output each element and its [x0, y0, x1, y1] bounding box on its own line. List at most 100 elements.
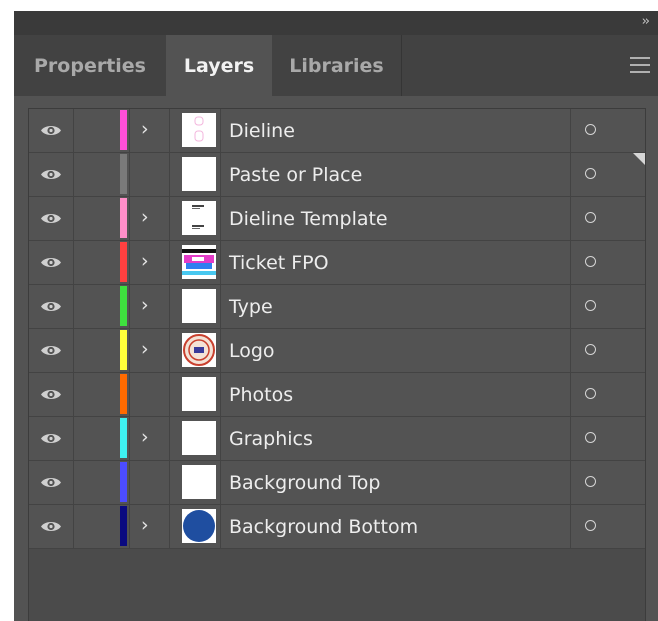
column-divider: [220, 109, 221, 152]
layer-name[interactable]: Graphics: [229, 428, 313, 450]
column-divider: [220, 329, 221, 372]
expand-chevron-icon[interactable]: ›: [141, 206, 149, 228]
column-divider: [73, 109, 74, 152]
layer-name[interactable]: Logo: [229, 340, 275, 362]
layer-color-swatch: [120, 198, 127, 238]
layer-name[interactable]: Photos: [229, 384, 293, 406]
column-divider: [73, 373, 74, 416]
layer-color-swatch: [120, 154, 127, 194]
layer-name[interactable]: Dieline Template: [229, 208, 388, 230]
column-divider: [129, 505, 130, 548]
target-circle-icon[interactable]: [585, 256, 596, 267]
column-divider: [73, 417, 74, 460]
expand-chevron-icon[interactable]: ›: [141, 426, 149, 448]
column-divider: [73, 329, 74, 372]
column-divider: [73, 461, 74, 504]
column-divider: [570, 461, 571, 504]
column-divider: [129, 285, 130, 328]
layer-thumbnail: [182, 333, 216, 367]
column-divider: [129, 329, 130, 372]
layer-name[interactable]: Background Bottom: [229, 516, 418, 538]
expand-chevron-icon[interactable]: ›: [141, 338, 149, 360]
layer-row[interactable]: Background Top: [29, 461, 645, 505]
collapse-icon[interactable]: ››: [642, 14, 651, 29]
column-divider: [570, 285, 571, 328]
target-circle-icon[interactable]: [585, 344, 596, 355]
column-divider: [570, 373, 571, 416]
tab-bar: Properties Layers Libraries: [14, 35, 658, 96]
column-divider: [570, 109, 571, 152]
layer-row[interactable]: › Background Bottom: [29, 505, 645, 549]
column-divider: [169, 197, 170, 240]
layer-thumbnail: [182, 157, 216, 191]
eye-icon[interactable]: [40, 255, 62, 270]
layer-list: › Dieline Paste or Place › Dieline Template ›…: [28, 108, 646, 621]
layer-row[interactable]: Photos: [29, 373, 645, 417]
column-divider: [169, 329, 170, 372]
layer-name[interactable]: Background Top: [229, 472, 380, 494]
layer-name[interactable]: Type: [229, 296, 273, 318]
column-divider: [220, 197, 221, 240]
layer-thumbnail: [182, 465, 216, 499]
tab-layers[interactable]: Layers: [166, 35, 272, 96]
layers-panel: ›› Properties Layers Libraries › Dieline P…: [14, 11, 658, 621]
layer-thumbnail: [182, 113, 216, 147]
column-divider: [169, 153, 170, 196]
target-circle-icon[interactable]: [585, 520, 596, 531]
column-divider: [169, 109, 170, 152]
eye-icon[interactable]: [40, 519, 62, 534]
column-divider: [570, 505, 571, 548]
expand-chevron-icon[interactable]: ›: [141, 294, 149, 316]
column-divider: [73, 153, 74, 196]
column-divider: [129, 153, 130, 196]
column-divider: [570, 329, 571, 372]
tab-libraries[interactable]: Libraries: [272, 35, 402, 96]
column-divider: [129, 417, 130, 460]
eye-icon[interactable]: [40, 475, 62, 490]
target-circle-icon[interactable]: [585, 300, 596, 311]
column-divider: [570, 417, 571, 460]
target-circle-icon[interactable]: [585, 432, 596, 443]
column-divider: [570, 197, 571, 240]
eye-icon[interactable]: [40, 387, 62, 402]
eye-icon[interactable]: [40, 343, 62, 358]
panel-menu-icon[interactable]: [630, 57, 650, 73]
layer-row[interactable]: › Logo: [29, 329, 645, 373]
layer-thumbnail: [182, 201, 216, 235]
expand-chevron-icon[interactable]: ›: [141, 118, 149, 140]
eye-icon[interactable]: [40, 299, 62, 314]
layer-row[interactable]: › Dieline Template: [29, 197, 645, 241]
target-circle-icon[interactable]: [585, 168, 596, 179]
column-divider: [169, 505, 170, 548]
column-divider: [129, 461, 130, 504]
column-divider: [169, 285, 170, 328]
eye-icon[interactable]: [40, 123, 62, 138]
column-divider: [73, 285, 74, 328]
column-divider: [570, 241, 571, 284]
eye-icon[interactable]: [40, 211, 62, 226]
eye-icon[interactable]: [40, 167, 62, 182]
expand-chevron-icon[interactable]: ›: [141, 514, 149, 536]
expand-chevron-icon[interactable]: ›: [141, 250, 149, 272]
column-divider: [169, 417, 170, 460]
layer-row[interactable]: › Dieline: [29, 109, 645, 153]
target-circle-icon[interactable]: [585, 388, 596, 399]
layer-name[interactable]: Dieline: [229, 120, 295, 142]
panel-title-bar: ››: [14, 11, 658, 35]
layer-row[interactable]: › Ticket FPO: [29, 241, 645, 285]
target-circle-icon[interactable]: [585, 212, 596, 223]
column-divider: [220, 373, 221, 416]
layer-color-swatch: [120, 242, 127, 282]
column-divider: [129, 197, 130, 240]
layer-thumbnail: [182, 289, 216, 323]
layer-row[interactable]: › Graphics: [29, 417, 645, 461]
layer-row[interactable]: Paste or Place: [29, 153, 645, 197]
tab-properties[interactable]: Properties: [14, 35, 166, 96]
layer-name[interactable]: Paste or Place: [229, 164, 362, 186]
column-divider: [129, 241, 130, 284]
layer-row[interactable]: › Type: [29, 285, 645, 329]
layer-name[interactable]: Ticket FPO: [229, 252, 329, 274]
eye-icon[interactable]: [40, 431, 62, 446]
target-circle-icon[interactable]: [585, 476, 596, 487]
target-circle-icon[interactable]: [585, 124, 596, 135]
